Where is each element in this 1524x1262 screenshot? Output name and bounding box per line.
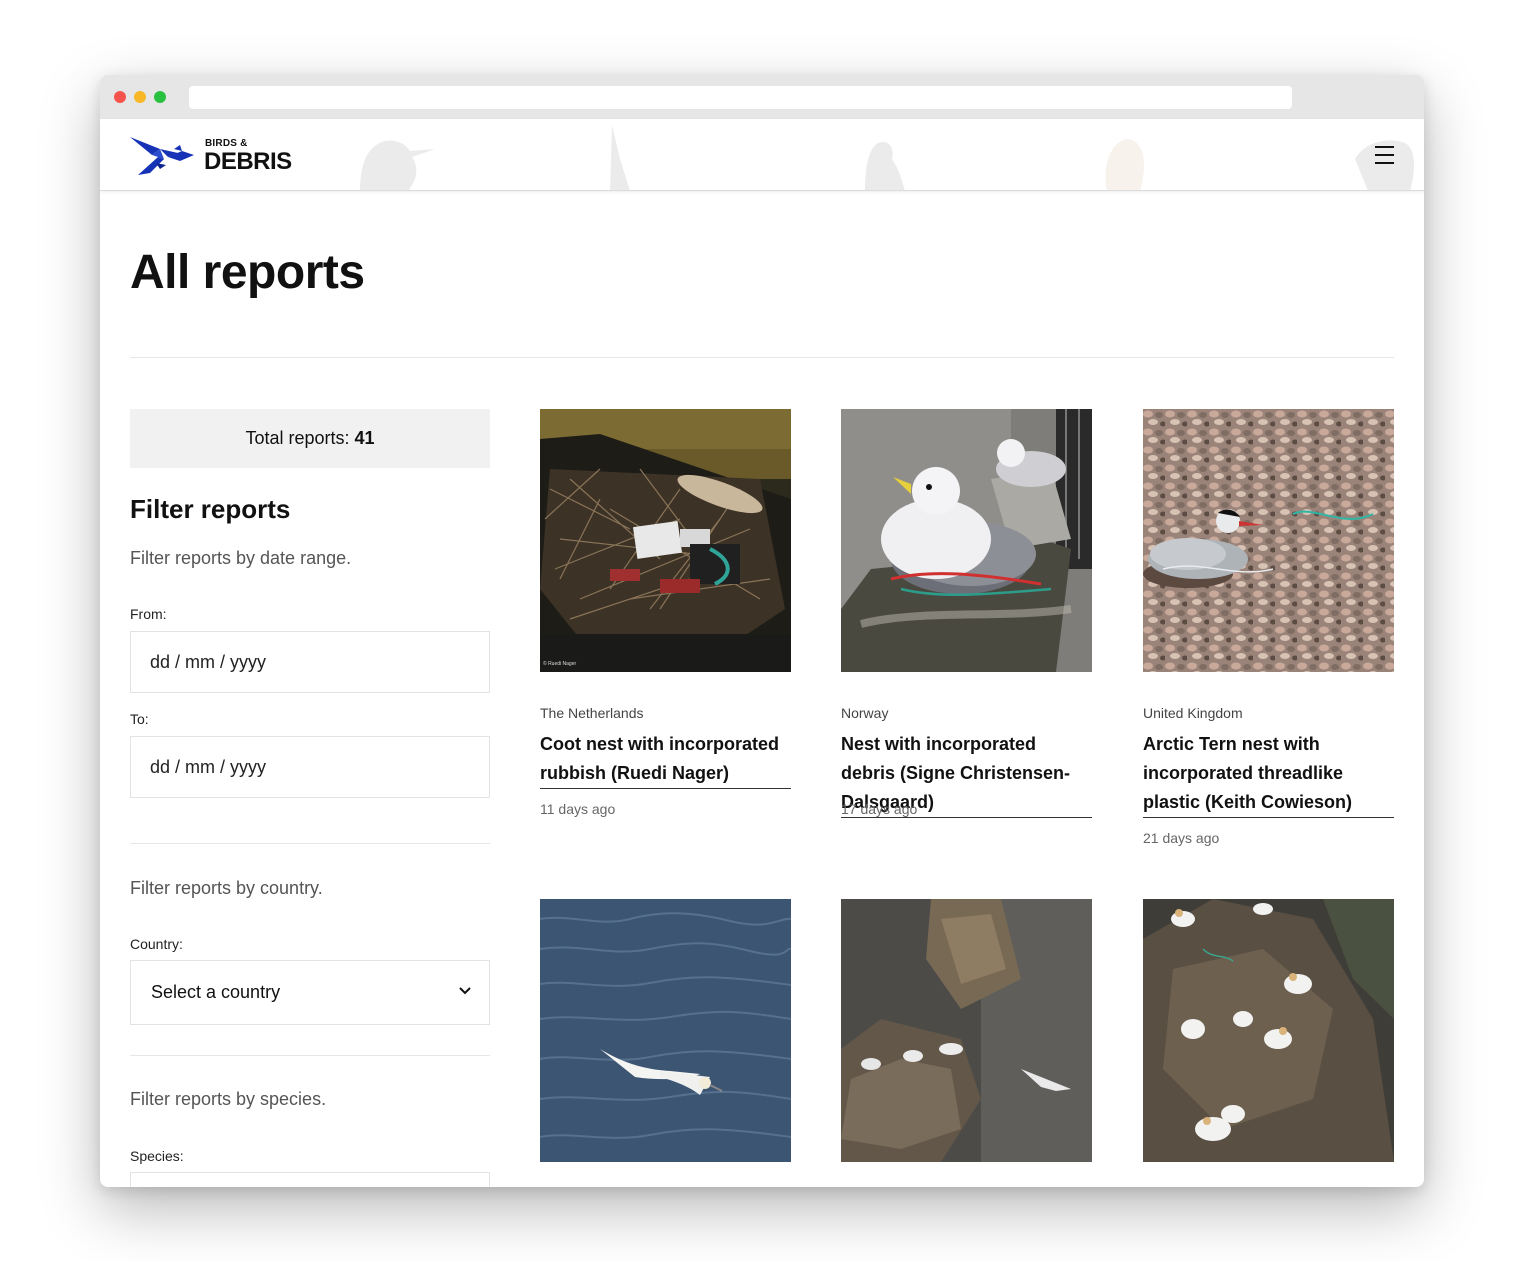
country-select-value: Select a country	[151, 982, 281, 1002]
chevron-down-icon	[459, 987, 471, 995]
logo-bird-icon	[130, 137, 194, 175]
report-card[interactable]	[540, 899, 791, 1162]
report-time: 21 days ago	[1143, 830, 1220, 846]
report-card[interactable]: © Ruedi Nager The Netherlands Coot nest …	[540, 409, 791, 817]
species-label: Species:	[130, 1148, 184, 1164]
close-window-button[interactable]	[114, 91, 126, 103]
report-photo[interactable]	[841, 899, 1092, 1162]
photo-credit: © Ruedi Nager	[543, 661, 577, 667]
browser-window: BIRDS & DEBRIS All reports Total reports…	[100, 75, 1424, 1187]
report-photo[interactable]	[841, 409, 1092, 672]
site-header: BIRDS & DEBRIS	[100, 119, 1424, 191]
report-card[interactable]: United Kingdom Arctic Tern nest with inc…	[1143, 409, 1394, 846]
report-time: 17 days ago	[841, 801, 918, 817]
report-country: Norway	[841, 705, 889, 721]
main-content: All reports Total reports: 41 Filter rep…	[100, 191, 1424, 1187]
report-country: United Kingdom	[1143, 705, 1243, 721]
filter-divider	[130, 843, 490, 844]
country-filter-description: Filter reports by country.	[130, 878, 323, 898]
logo-wordmark: DEBRIS	[204, 148, 292, 175]
total-reports-box: Total reports: 41	[130, 409, 490, 468]
report-card[interactable]	[841, 899, 1092, 1162]
page-title: All reports	[130, 246, 365, 299]
filter-reports-heading: Filter reports	[130, 494, 291, 524]
report-time: 11 days ago	[540, 801, 616, 817]
report-photo[interactable]	[540, 899, 791, 1162]
species-select[interactable]	[130, 1172, 490, 1187]
report-title-link[interactable]: Arctic Tern nest with incorporated threa…	[1143, 730, 1394, 818]
report-photo[interactable]: © Ruedi Nager	[540, 409, 791, 672]
total-reports-label: Total reports:	[245, 428, 355, 448]
country-label: Country:	[130, 936, 183, 952]
filter-sidebar: Total reports: 41 Filter reports Filter …	[130, 409, 490, 1187]
report-country: The Netherlands	[540, 705, 644, 721]
report-card[interactable]: Norway Nest with incorporated debris (Si…	[841, 409, 1092, 818]
to-date-input[interactable]: dd / mm / yyyy	[130, 736, 490, 798]
report-card[interactable]	[1143, 899, 1394, 1162]
header-background-birds	[360, 125, 1414, 190]
report-photo[interactable]	[1143, 899, 1394, 1162]
from-date-input[interactable]: dd / mm / yyyy	[130, 631, 490, 693]
maximize-window-button[interactable]	[154, 91, 166, 103]
to-label: To:	[130, 711, 149, 727]
title-divider	[130, 357, 1394, 358]
hamburger-menu-icon[interactable]	[1374, 144, 1396, 166]
species-filter-description: Filter reports by species.	[130, 1089, 327, 1109]
date-filter-description: Filter reports by date range.	[130, 548, 352, 568]
minimize-window-button[interactable]	[134, 91, 146, 103]
total-reports-count: 41	[354, 428, 375, 448]
site-logo[interactable]: BIRDS & DEBRIS	[130, 133, 300, 177]
browser-toolbar	[100, 75, 1424, 119]
report-photo[interactable]	[1143, 409, 1394, 672]
from-label: From:	[130, 606, 167, 622]
filter-divider	[130, 1055, 490, 1056]
country-select[interactable]: Select a country	[130, 960, 490, 1025]
address-bar[interactable]	[189, 86, 1292, 109]
report-title-link[interactable]: Coot nest with incorporated rubbish (Rue…	[540, 730, 791, 789]
